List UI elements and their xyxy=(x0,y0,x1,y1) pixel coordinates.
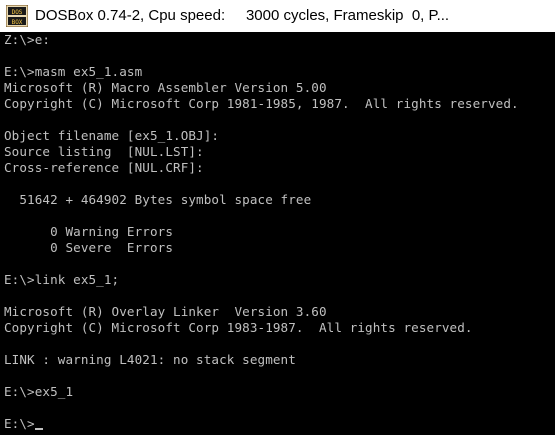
prompt-line[interactable]: E:\> xyxy=(4,416,43,432)
svg-text:BOX: BOX xyxy=(12,19,23,26)
console-line: 51642 + 464902 Bytes symbol space free xyxy=(4,192,312,207)
dosbox-icon: DOS BOX xyxy=(5,4,29,28)
console-line: E:\>link ex5_1; xyxy=(4,272,120,287)
console-line: Cross-reference [NUL.CRF]: xyxy=(4,160,204,175)
console-line: E:\>ex5_1 xyxy=(4,384,74,399)
console-line: Z:\>e: xyxy=(4,32,51,47)
console-line: Source listing [NUL.LST]: xyxy=(4,144,204,159)
console-line: Object filename [ex5_1.OBJ]: xyxy=(4,128,220,143)
dosbox-window: DOS BOX DOSBox 0.74-2, Cpu speed: 3000 c… xyxy=(0,0,555,435)
console-line: Microsoft (R) Macro Assembler Version 5.… xyxy=(4,80,327,95)
window-title: DOSBox 0.74-2, Cpu speed: 3000 cycles, F… xyxy=(35,7,450,24)
title-bar[interactable]: DOS BOX DOSBox 0.74-2, Cpu speed: 3000 c… xyxy=(0,0,555,32)
console-line: 0 Warning Errors xyxy=(4,224,174,239)
console-line: Microsoft (R) Overlay Linker Version 3.6… xyxy=(4,304,327,319)
console-line: 0 Severe Errors xyxy=(4,240,174,255)
text-cursor-icon xyxy=(34,428,43,430)
console-line: E:\>masm ex5_1.asm xyxy=(4,64,143,79)
prompt-text: E:\> xyxy=(4,416,35,431)
console-line: LINK : warning L4021: no stack segment xyxy=(4,352,296,367)
console-line: Copyright (C) Microsoft Corp 1983-1987. … xyxy=(4,320,473,335)
console-output[interactable]: Z:\>e: E:\>masm ex5_1.asm Microsoft (R) … xyxy=(0,32,555,435)
svg-text:DOS: DOS xyxy=(12,9,23,16)
console-line: Copyright (C) Microsoft Corp 1981-1985, … xyxy=(4,96,519,111)
